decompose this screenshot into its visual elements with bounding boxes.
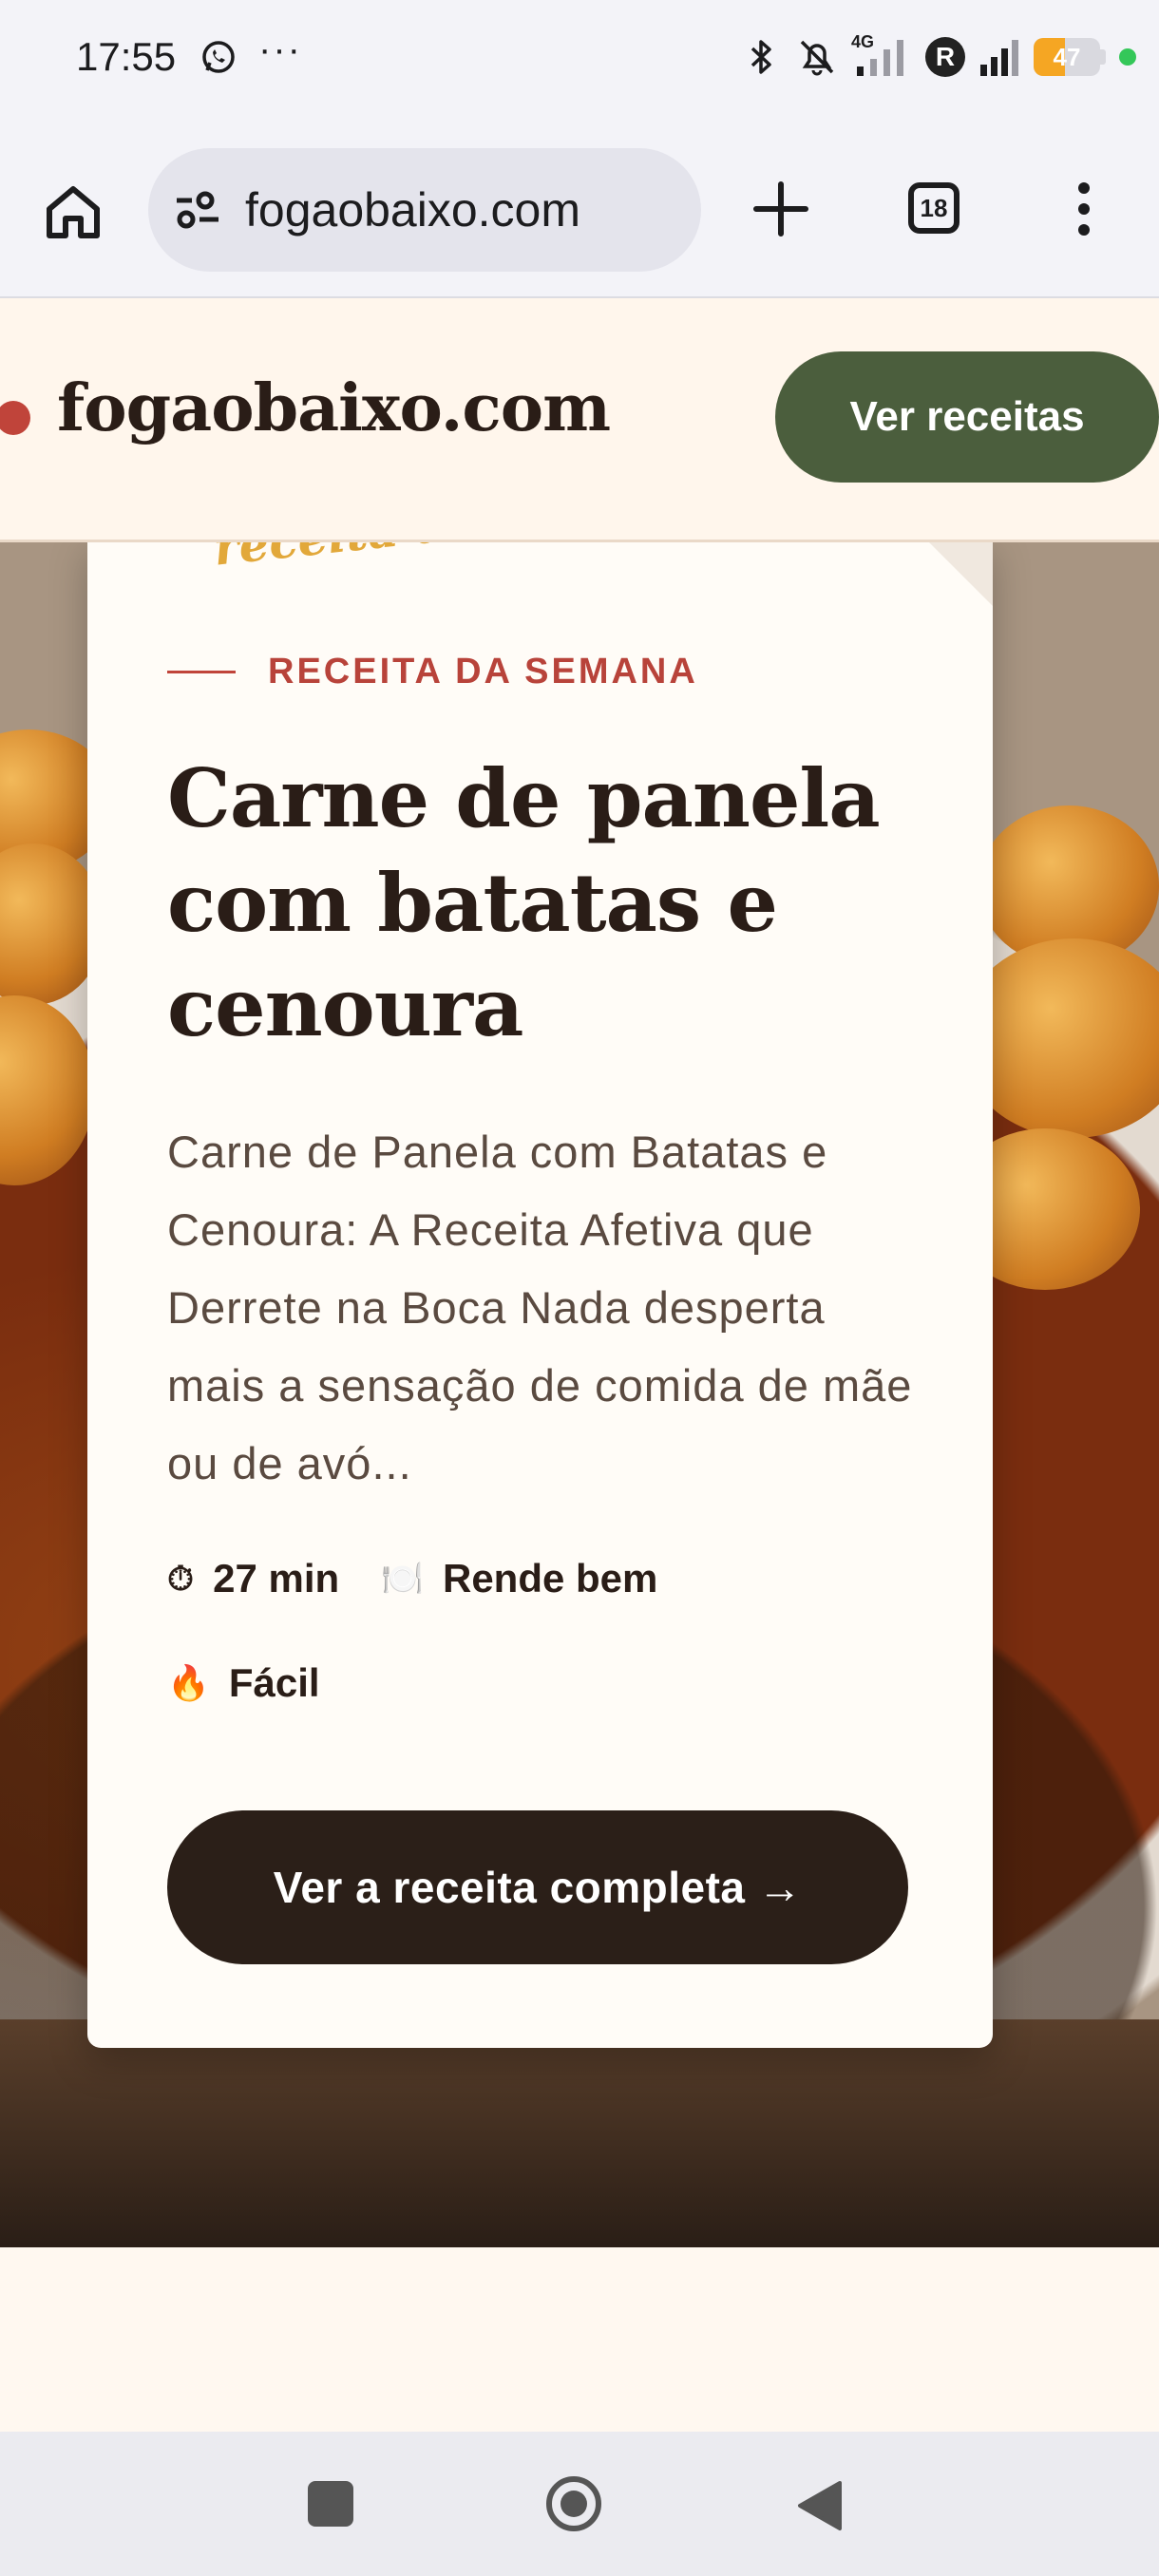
back-button[interactable]: [796, 2479, 844, 2532]
recipe-meta-time-yield: ⏱ 27 min 🍽️ Rende bem: [167, 1556, 657, 1601]
more-notifications-icon: ···: [258, 28, 302, 70]
recipe-difficulty: Fácil: [228, 1660, 320, 1705]
site-logo[interactable]: fogaobaixo.com: [57, 370, 611, 446]
recipe-meta-difficulty: 🔥 Fácil: [167, 1660, 320, 1706]
plate-icon: 🍽️: [381, 1559, 424, 1598]
eyebrow-line: [167, 671, 236, 673]
profile-badge: R: [925, 37, 965, 77]
address-bar[interactable]: fogaobaixo.com: [148, 148, 701, 272]
eyebrow-text: RECEITA DA SEMANA: [268, 652, 698, 691]
kebab-menu-icon[interactable]: [1070, 179, 1098, 239]
recents-button[interactable]: [308, 2481, 353, 2527]
battery-tip: [1100, 49, 1106, 65]
system-nav-bar: [0, 2432, 1159, 2576]
privacy-indicator-dot: [1119, 48, 1136, 66]
recipe-card: receita de hoje RECEITA DA SEMANA Carne …: [87, 480, 993, 2048]
potato-shape: [0, 995, 95, 1185]
card-corner-fold: [926, 540, 993, 606]
recipe-yield: Rende bem: [442, 1556, 658, 1601]
home-button[interactable]: [543, 2473, 604, 2534]
network-label: 4G: [851, 32, 875, 51]
tab-switcher-button[interactable]: 18: [908, 182, 960, 234]
timer-icon: ⏱: [167, 1558, 195, 1598]
hero-table-surface: [0, 2019, 1159, 2247]
battery-level: 47: [1053, 42, 1081, 71]
site-header: fogaobaixo.com Ver receitas: [0, 298, 1159, 542]
home-icon[interactable]: [42, 180, 104, 243]
battery-icon: 47: [1034, 38, 1100, 76]
signal-icon: [980, 40, 1018, 76]
site-settings-icon[interactable]: [171, 183, 224, 237]
view-full-recipe-button[interactable]: Ver a receita completa →: [167, 1810, 908, 1964]
eyebrow: RECEITA DA SEMANA: [167, 652, 698, 692]
recipe-title: Carne de panela com batatas e cenoura: [167, 751, 881, 1054]
status-bar: 17:55 ··· 4G R 47: [0, 0, 1159, 123]
new-tab-icon[interactable]: [750, 179, 811, 239]
fire-icon: 🔥: [167, 1663, 210, 1702]
mute-icon: [800, 40, 834, 76]
browser-toolbar: fogaobaixo.com 18: [0, 123, 1159, 298]
status-time: 17:55: [76, 34, 177, 79]
signal-4g-icon: 4G: [851, 32, 912, 78]
bluetooth-icon: [750, 40, 771, 74]
recipe-time: 27 min: [213, 1556, 340, 1601]
brand-dot: [0, 401, 30, 435]
view-recipes-button[interactable]: Ver receitas: [775, 351, 1159, 483]
whatsapp-icon: [202, 41, 235, 73]
url-text: fogaobaixo.com: [245, 183, 581, 237]
recipe-description: Carne de Panela com Batatas e Cenoura: A…: [167, 1127, 913, 1488]
